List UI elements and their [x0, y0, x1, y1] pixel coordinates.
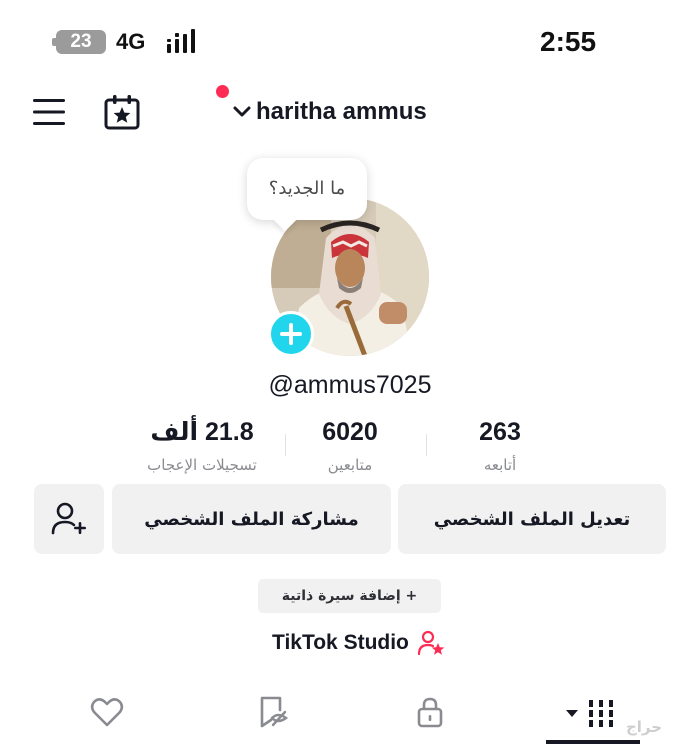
tab-private[interactable] [400, 690, 460, 734]
tab-liked[interactable] [77, 690, 137, 734]
following-count: 263 [479, 418, 521, 446]
edit-profile-button[interactable]: تعديل الملف الشخصي [398, 484, 666, 554]
add-bio-label: + إضافة سيرة ذاتية [281, 588, 418, 604]
stat-divider [426, 434, 427, 456]
stat-followers[interactable]: 6020 متابعين [290, 412, 410, 478]
menu-icon[interactable] [30, 94, 68, 130]
battery-indicator: 23 [52, 30, 106, 54]
studio-label: TikTok Studio [272, 631, 409, 654]
signal-bars-icon [167, 29, 195, 53]
status-bar: 23 4G 2:55 [0, 0, 700, 82]
watermark: حراج [625, 718, 663, 736]
followers-count: 6020 [322, 418, 378, 446]
bubble-text: ما الجديد؟ [268, 178, 346, 199]
calendar-star-icon[interactable] [102, 92, 142, 132]
heart-icon [90, 698, 124, 727]
clock: 2:55 [540, 26, 597, 57]
profile-handle: @ammus7025 [268, 371, 432, 399]
following-label: أتابعه [483, 456, 517, 474]
creator-star-icon [417, 630, 445, 656]
likes-label: تسجيلات الإعجاب [147, 456, 257, 474]
edit-profile-label: تعديل الملف الشخصي [433, 508, 631, 530]
whats-new-bubble[interactable]: ما الجديد؟ [247, 158, 367, 232]
notification-dot [216, 85, 229, 98]
tab-saved[interactable] [242, 690, 302, 734]
account-name: haritha ammus [256, 98, 427, 125]
chevron-down-icon [233, 106, 251, 117]
battery-level: 23 [70, 31, 92, 52]
share-profile-label: مشاركة الملف الشخصي [144, 508, 359, 530]
lock-icon [417, 697, 443, 728]
share-profile-button[interactable]: مشاركة الملف الشخصي [112, 484, 391, 554]
add-bio-button[interactable]: + إضافة سيرة ذاتية [258, 579, 441, 613]
stat-likes[interactable]: 21.8 ألف تسجيلات الإعجاب [122, 412, 282, 478]
account-switcher[interactable]: haritha ammus [232, 94, 427, 130]
tiktok-studio-link[interactable]: TikTok Studio [272, 626, 445, 660]
add-avatar-button[interactable] [268, 311, 314, 357]
bookmark-hidden-icon [260, 696, 289, 728]
add-friends-button[interactable] [34, 484, 104, 554]
followers-label: متابعين [327, 456, 373, 474]
person-plus-icon [51, 502, 86, 535]
likes-count: 21.8 ألف [150, 418, 254, 446]
plus-icon [280, 323, 302, 345]
network-type: 4G [116, 29, 146, 54]
stat-following[interactable]: 263 أتابعه [440, 412, 560, 478]
active-tab-indicator [546, 740, 640, 744]
stat-divider [285, 434, 286, 456]
